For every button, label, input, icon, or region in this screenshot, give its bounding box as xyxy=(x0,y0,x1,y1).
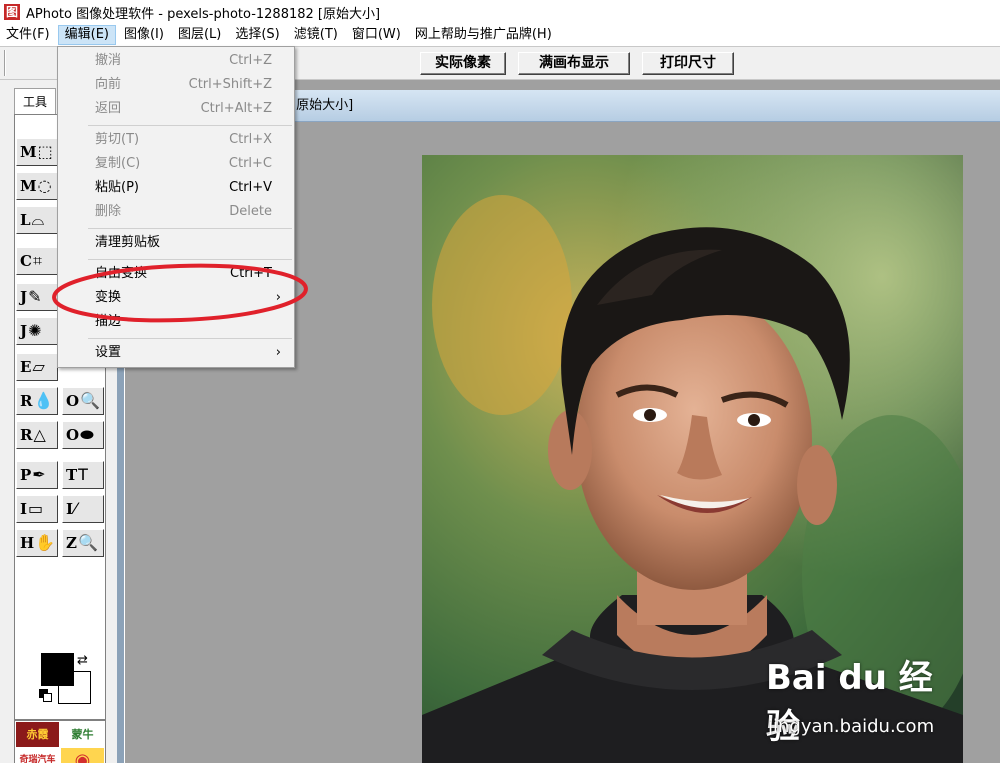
lasso-tool[interactable]: L⌓ xyxy=(16,206,58,234)
title-bar: 图 APhoto 图像处理软件 - pexels-photo-1288182 [… xyxy=(0,0,1000,24)
menu-item-clear-clipboard[interactable]: 清理剪贴板 xyxy=(59,231,293,255)
submenu-arrow-icon: › xyxy=(275,345,281,360)
ad-banner-4[interactable]: ◉ xyxy=(61,748,104,763)
hand-icon: ✋ xyxy=(35,533,56,552)
spot-heal-tool[interactable]: J✺ xyxy=(16,317,58,345)
submenu-arrow-icon: › xyxy=(275,290,281,305)
ellipse-marquee-icon: ◌ xyxy=(37,176,52,195)
menu-layer[interactable]: 图层(L) xyxy=(172,25,227,45)
menu-help[interactable]: 网上帮助与推广品牌(H) xyxy=(409,25,558,45)
blur-tool[interactable]: R💧 xyxy=(16,387,58,415)
sun-icon: ✺ xyxy=(28,321,42,340)
window-title: APhoto 图像处理软件 - pexels-photo-1288182 [原始… xyxy=(26,6,381,22)
text-tool[interactable]: TT xyxy=(62,461,104,489)
rect-marquee-icon: ⬚ xyxy=(37,142,53,161)
menu-item-step-back[interactable]: 返回 Ctrl+Alt+Z xyxy=(59,97,293,121)
sponge-tool[interactable]: O⬬ xyxy=(62,421,104,449)
crop-tool[interactable]: C⌗ xyxy=(16,247,58,275)
ad-banner-2[interactable]: 蒙牛 xyxy=(61,722,104,747)
bandage-icon: ✎ xyxy=(28,287,42,306)
eraser-tool[interactable]: E▱ xyxy=(16,353,58,381)
print-size-button[interactable]: 打印尺寸 xyxy=(642,52,734,75)
eyedropper-icon: ⁄ xyxy=(74,499,77,518)
menu-item-copy[interactable]: 复制(C) Ctrl+C xyxy=(59,152,293,176)
actual-pixels-button[interactable]: 实际像素 xyxy=(420,52,506,75)
measure-tool[interactable]: I▭ xyxy=(16,495,58,523)
lasso-icon: ⌓ xyxy=(31,210,45,229)
menu-item-cut[interactable]: 剪切(T) Ctrl+X xyxy=(59,128,293,152)
menu-select[interactable]: 选择(S) xyxy=(229,25,285,45)
ellipse-marquee-tool[interactable]: M◌ xyxy=(16,172,58,200)
pen-tool[interactable]: P✒ xyxy=(16,461,58,489)
magnifier-icon: 🔍 xyxy=(77,533,98,552)
menu-item-stroke[interactable]: 描边 xyxy=(59,310,293,334)
dodge-tool[interactable]: O🔍 xyxy=(62,387,104,415)
tool-tab[interactable]: 工具 xyxy=(14,88,56,114)
menu-file[interactable]: 文件(F) xyxy=(0,25,56,45)
menu-item-redo[interactable]: 向前 Ctrl+Shift+Z xyxy=(59,73,293,97)
eyedropper-tool[interactable]: I⁄ xyxy=(62,495,104,523)
menu-separator xyxy=(88,228,292,229)
ruler-icon: ▭ xyxy=(28,499,44,518)
ad-banner-1[interactable]: 赤霞 xyxy=(16,722,59,747)
sharpen-tool[interactable]: R△ xyxy=(16,421,58,449)
menu-separator xyxy=(88,338,292,339)
hand-tool[interactable]: H✋ xyxy=(16,529,58,557)
menu-window[interactable]: 窗口(W) xyxy=(346,25,407,45)
fit-canvas-button[interactable]: 满画布显示 xyxy=(518,52,630,75)
pen-icon: ✒ xyxy=(32,465,46,484)
menu-item-settings[interactable]: 设置 › xyxy=(59,341,293,365)
edit-menu-dropdown: 撤消 Ctrl+Z 向前 Ctrl+Shift+Z 返回 Ctrl+Alt+Z 剪切(… xyxy=(57,46,295,368)
watermark-url: jingyan.baidu.com xyxy=(768,716,935,737)
ad-banner-3[interactable]: 奇瑞汽车 xyxy=(16,748,59,763)
default-colors-icon[interactable] xyxy=(39,689,53,703)
menu-separator xyxy=(88,125,292,126)
sponge-icon: ⬬ xyxy=(80,425,94,444)
menu-item-undo[interactable]: 撤消 Ctrl+Z xyxy=(59,49,293,73)
crop-icon: ⌗ xyxy=(32,251,42,270)
menu-item-delete[interactable]: 删除 Delete xyxy=(59,200,293,224)
zoom-tool[interactable]: Z🔍 xyxy=(62,529,104,557)
menu-edit[interactable]: 编辑(E) xyxy=(57,25,116,45)
rect-marquee-tool[interactable]: M⬚ xyxy=(16,138,58,166)
menu-item-transform[interactable]: 变换 › xyxy=(59,286,293,310)
swap-colors-icon[interactable]: ⇄ xyxy=(77,653,88,668)
menu-image[interactable]: 图像(I) xyxy=(118,25,170,45)
text-icon: T xyxy=(78,465,88,484)
menu-item-free-transform[interactable]: 自由变换 Ctrl+T xyxy=(59,262,293,286)
drop-icon: 💧 xyxy=(33,391,54,410)
app-icon: 图 xyxy=(4,4,20,20)
menu-filter[interactable]: 滤镜(T) xyxy=(288,25,344,45)
eraser-icon: ▱ xyxy=(32,357,45,376)
menu-bar: 文件(F) 编辑(E) 图像(I) 图层(L) 选择(S) 滤镜(T) 窗口(W… xyxy=(0,24,1000,46)
dodge-icon: 🔍 xyxy=(80,391,100,410)
menu-item-paste[interactable]: 粘贴(P) Ctrl+V xyxy=(59,176,293,200)
sponsor-panel: 赤霞 蒙牛 奇瑞汽车 ◉ 帮助 伊利 xyxy=(14,720,106,763)
toolbar-grip[interactable] xyxy=(4,50,6,76)
menu-separator xyxy=(88,259,292,260)
baidu-watermark: Bai du 经验 jingyan.baidu.com xyxy=(766,650,966,747)
foreground-color-swatch[interactable] xyxy=(41,653,74,686)
healing-brush-tool[interactable]: J✎ xyxy=(16,283,58,311)
triangle-icon: △ xyxy=(33,425,46,444)
